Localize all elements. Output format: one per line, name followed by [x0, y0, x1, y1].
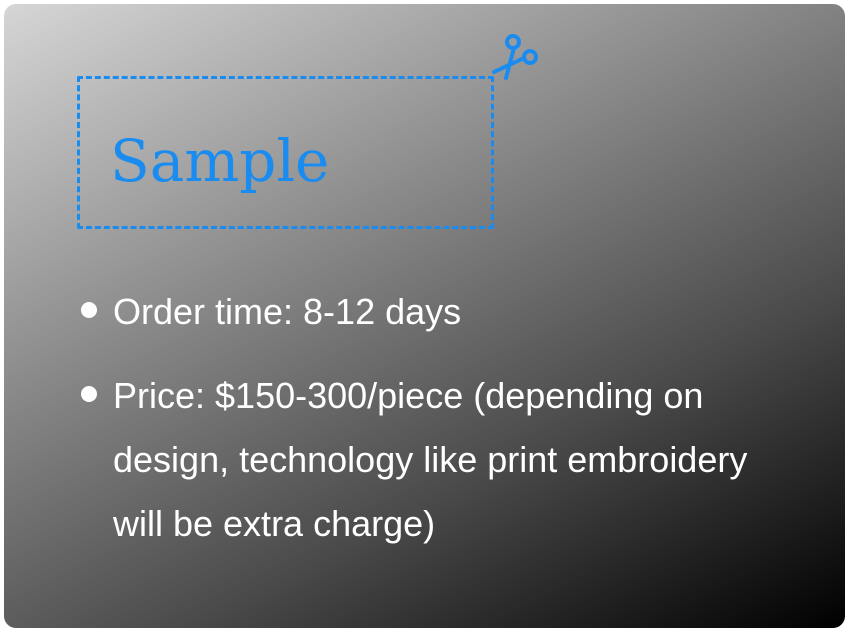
- sample-info-card: Sample Order time: 8-12 days Price: $150…: [4, 4, 845, 628]
- scissors-icon: [492, 34, 538, 80]
- bullet-dot-icon: [81, 302, 97, 318]
- price-text: Price: $150-300/piece (depending on desi…: [113, 375, 748, 544]
- sample-title: Sample: [110, 127, 330, 195]
- list-item: Price: $150-300/piece (depending on desi…: [78, 364, 778, 556]
- order-time-text: Order time: 8-12 days: [113, 291, 462, 332]
- details-list: Order time: 8-12 days Price: $150-300/pi…: [78, 280, 778, 576]
- list-item: Order time: 8-12 days: [78, 280, 778, 344]
- bullet-dot-icon: [81, 386, 97, 402]
